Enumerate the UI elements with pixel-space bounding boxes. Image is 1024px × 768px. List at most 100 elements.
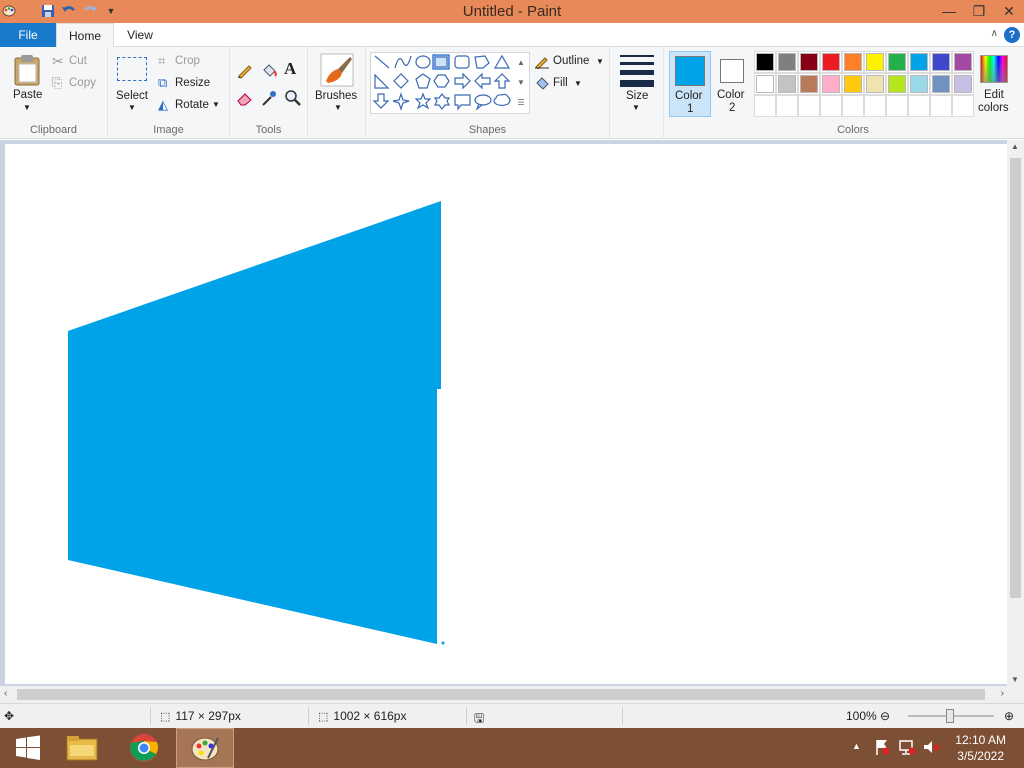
palette-color-1-9[interactable]: [930, 51, 952, 73]
palette-custom-slot[interactable]: [864, 95, 886, 117]
right-triangle-shape-icon[interactable]: [374, 73, 390, 89]
pentagon-shape-icon[interactable]: [415, 73, 431, 89]
text-tool-icon[interactable]: A: [284, 59, 302, 79]
rounded-rectangle-shape-icon[interactable]: [454, 55, 470, 69]
color-picker-icon[interactable]: [260, 89, 278, 107]
tab-file[interactable]: File: [0, 23, 56, 47]
palette-color-2-4[interactable]: [820, 73, 842, 95]
zoom-slider[interactable]: [908, 709, 994, 723]
magnifier-icon[interactable]: [284, 89, 302, 107]
show-hidden-icons[interactable]: ▲: [852, 741, 861, 751]
palette-color-1-10[interactable]: [952, 51, 974, 73]
vertical-scrollbar[interactable]: ▲ ▼: [1007, 140, 1024, 686]
size-button[interactable]: Size ▼: [616, 51, 658, 117]
palette-color-1-7[interactable]: [886, 51, 908, 73]
brushes-button[interactable]: Brushes ▼: [312, 51, 362, 117]
palette-color-2-1[interactable]: [754, 73, 776, 95]
start-button[interactable]: [0, 728, 56, 768]
diamond-shape-icon[interactable]: [393, 73, 409, 89]
vertical-scroll-thumb[interactable]: [1010, 158, 1021, 598]
chrome-taskbar[interactable]: [116, 728, 172, 768]
up-arrow-shape-icon[interactable]: [493, 73, 511, 89]
curve-shape-icon[interactable]: [394, 55, 412, 69]
scroll-left-icon[interactable]: ‹: [4, 688, 7, 699]
outline-button[interactable]: Outline ▼: [534, 53, 608, 71]
palette-color-1-6[interactable]: [864, 51, 886, 73]
left-arrow-shape-icon[interactable]: [474, 72, 491, 90]
palette-custom-slot[interactable]: [886, 95, 908, 117]
zoom-in-button[interactable]: ⊕: [1004, 709, 1014, 723]
network-icon[interactable]: [898, 738, 916, 756]
palette-color-2-7[interactable]: [886, 73, 908, 95]
help-icon[interactable]: ?: [1004, 27, 1020, 43]
palette-custom-slot[interactable]: [776, 95, 798, 117]
action-center-icon[interactable]: [874, 738, 890, 756]
system-clock[interactable]: 12:10 AM 3/5/2022: [955, 732, 1006, 764]
tab-view[interactable]: View: [114, 23, 166, 47]
down-arrow-shape-icon[interactable]: [372, 93, 390, 109]
hexagon-shape-icon[interactable]: [433, 74, 450, 88]
blue-trapezoid-shape[interactable]: [68, 201, 441, 644]
eraser-icon[interactable]: [236, 89, 254, 107]
shapes-scroll[interactable]: ▲ ▼ ☰: [514, 53, 528, 113]
four-point-star-shape-icon[interactable]: [392, 92, 410, 111]
paste-button[interactable]: Paste ▼: [6, 53, 48, 117]
edit-colors-button[interactable]: Edit colors: [974, 51, 1020, 117]
palette-color-2-9[interactable]: [930, 73, 952, 95]
oval-shape-icon[interactable]: [415, 55, 431, 69]
minimize-ribbon-icon[interactable]: ∧: [991, 28, 998, 39]
five-point-star-shape-icon[interactable]: [414, 92, 432, 110]
zoom-out-button[interactable]: ⊖: [880, 709, 890, 723]
palette-custom-slot[interactable]: [754, 95, 776, 117]
palette-color-2-6[interactable]: [864, 73, 886, 95]
palette-custom-slot[interactable]: [820, 95, 842, 117]
tab-home[interactable]: Home: [56, 23, 114, 48]
palette-color-2-3[interactable]: [798, 73, 820, 95]
line-shape-icon[interactable]: [374, 55, 390, 69]
palette-color-2-2[interactable]: [776, 73, 798, 95]
zoom-slider-thumb[interactable]: [946, 709, 954, 723]
scroll-up-icon[interactable]: ▲: [1011, 142, 1019, 151]
maximize-button[interactable]: ❐: [964, 0, 994, 22]
palette-color-2-10[interactable]: [952, 73, 974, 95]
scroll-right-icon[interactable]: ›: [1001, 688, 1004, 699]
drawing-canvas[interactable]: [5, 144, 1007, 684]
cut-button[interactable]: ✂ Cut: [52, 53, 106, 71]
palette-custom-slot[interactable]: [908, 95, 930, 117]
palette-custom-slot[interactable]: [842, 95, 864, 117]
horizontal-scroll-thumb[interactable]: [17, 689, 985, 700]
select-button[interactable]: Select ▼: [112, 53, 152, 117]
palette-color-1-1[interactable]: [754, 51, 776, 73]
cloud-callout-shape-icon[interactable]: [493, 93, 511, 107]
scroll-down-icon[interactable]: ▼: [1011, 675, 1019, 684]
triangle-shape-icon[interactable]: [493, 54, 511, 69]
palette-color-2-8[interactable]: [908, 73, 930, 95]
resize-handle[interactable]: [441, 641, 445, 645]
paint-taskbar[interactable]: [176, 728, 234, 768]
file-explorer-taskbar[interactable]: [54, 728, 110, 768]
crop-button[interactable]: ⌗ Crop: [158, 53, 228, 71]
rotate-button[interactable]: ◭ Rotate ▼: [158, 97, 228, 115]
volume-muted-icon[interactable]: [922, 738, 940, 756]
copy-button[interactable]: ⎘ Copy: [52, 75, 106, 93]
six-point-star-shape-icon[interactable]: [433, 93, 451, 110]
palette-color-1-5[interactable]: [842, 51, 864, 73]
palette-color-1-3[interactable]: [798, 51, 820, 73]
palette-custom-slot[interactable]: [798, 95, 820, 117]
palette-custom-slot[interactable]: [930, 95, 952, 117]
fill-button[interactable]: Fill ▼: [534, 75, 608, 93]
fill-bucket-icon[interactable]: [260, 61, 278, 79]
palette-color-1-2[interactable]: [776, 51, 798, 73]
horizontal-scrollbar[interactable]: ‹ ›: [0, 686, 1024, 703]
palette-color-1-8[interactable]: [908, 51, 930, 73]
close-button[interactable]: ✕: [994, 0, 1024, 22]
color2-button[interactable]: Color 2: [712, 51, 752, 117]
pencil-icon[interactable]: [236, 61, 254, 79]
rectangle-shape-icon[interactable]: [432, 54, 450, 70]
oval-callout-shape-icon[interactable]: [474, 94, 492, 111]
palette-color-2-5[interactable]: [842, 73, 864, 95]
resize-button[interactable]: ⧉ Resize: [158, 75, 228, 93]
right-arrow-shape-icon[interactable]: [454, 72, 471, 90]
polygon-shape-icon[interactable]: [474, 55, 490, 69]
color1-button[interactable]: Color 1: [669, 51, 711, 117]
